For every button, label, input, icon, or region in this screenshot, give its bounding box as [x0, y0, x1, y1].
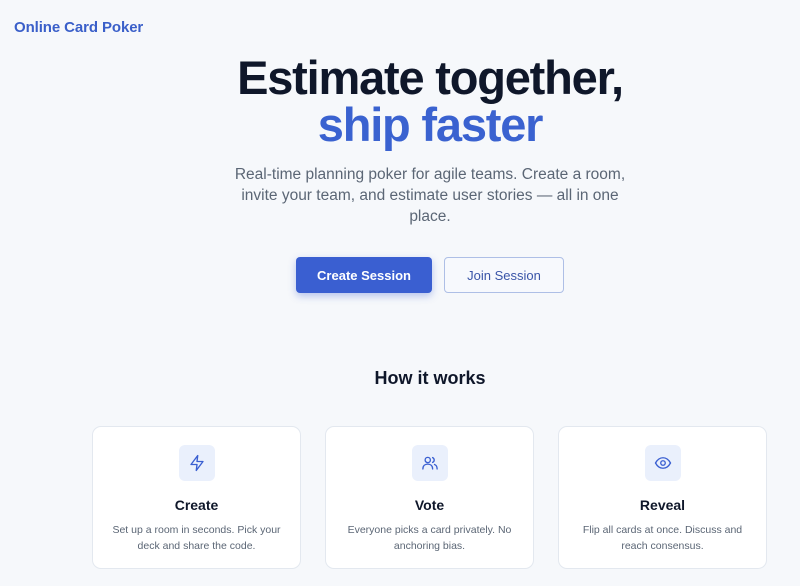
headline-line-2: ship faster [317, 98, 544, 151]
step-description: Everyone picks a card privately. No anch… [347, 524, 512, 552]
hero-headline: Estimate together, ship faster [60, 54, 800, 148]
step-description: Set up a room in seconds. Pick your deck… [112, 524, 281, 552]
step-title: Create [174, 497, 219, 513]
brand-logo-text[interactable]: Online Card Poker [14, 19, 143, 36]
step-card-reveal: Reveal Flip all cards at once. Discuss a… [558, 426, 767, 569]
users-icon [411, 445, 448, 481]
eye-icon [644, 445, 681, 481]
hero-actions: Create Session Join Session [60, 257, 800, 293]
step-card-create: Create Set up a room in seconds. Pick yo… [92, 426, 301, 569]
step-title: Reveal [639, 497, 686, 513]
step-description: Flip all cards at once. Discuss and reac… [582, 524, 743, 552]
step-title: Vote [414, 497, 445, 513]
how-it-works-title: How it works [374, 368, 486, 388]
create-session-button[interactable]: Create Session [296, 257, 432, 293]
how-it-works-cards: Create Set up a room in seconds. Pick yo… [92, 426, 767, 569]
landing-page: Online Card Poker Estimate together, shi… [0, 0, 800, 586]
lightning-icon [178, 445, 215, 481]
join-session-button[interactable]: Join Session [444, 257, 564, 293]
hero-subtitle: Real-time planning poker for agile teams… [234, 166, 626, 225]
hero-section: Estimate together, ship faster Real-time… [0, 54, 800, 293]
step-card-vote: Vote Everyone picks a card privately. No… [325, 426, 534, 569]
headline-line-1: Estimate together, [237, 51, 624, 104]
